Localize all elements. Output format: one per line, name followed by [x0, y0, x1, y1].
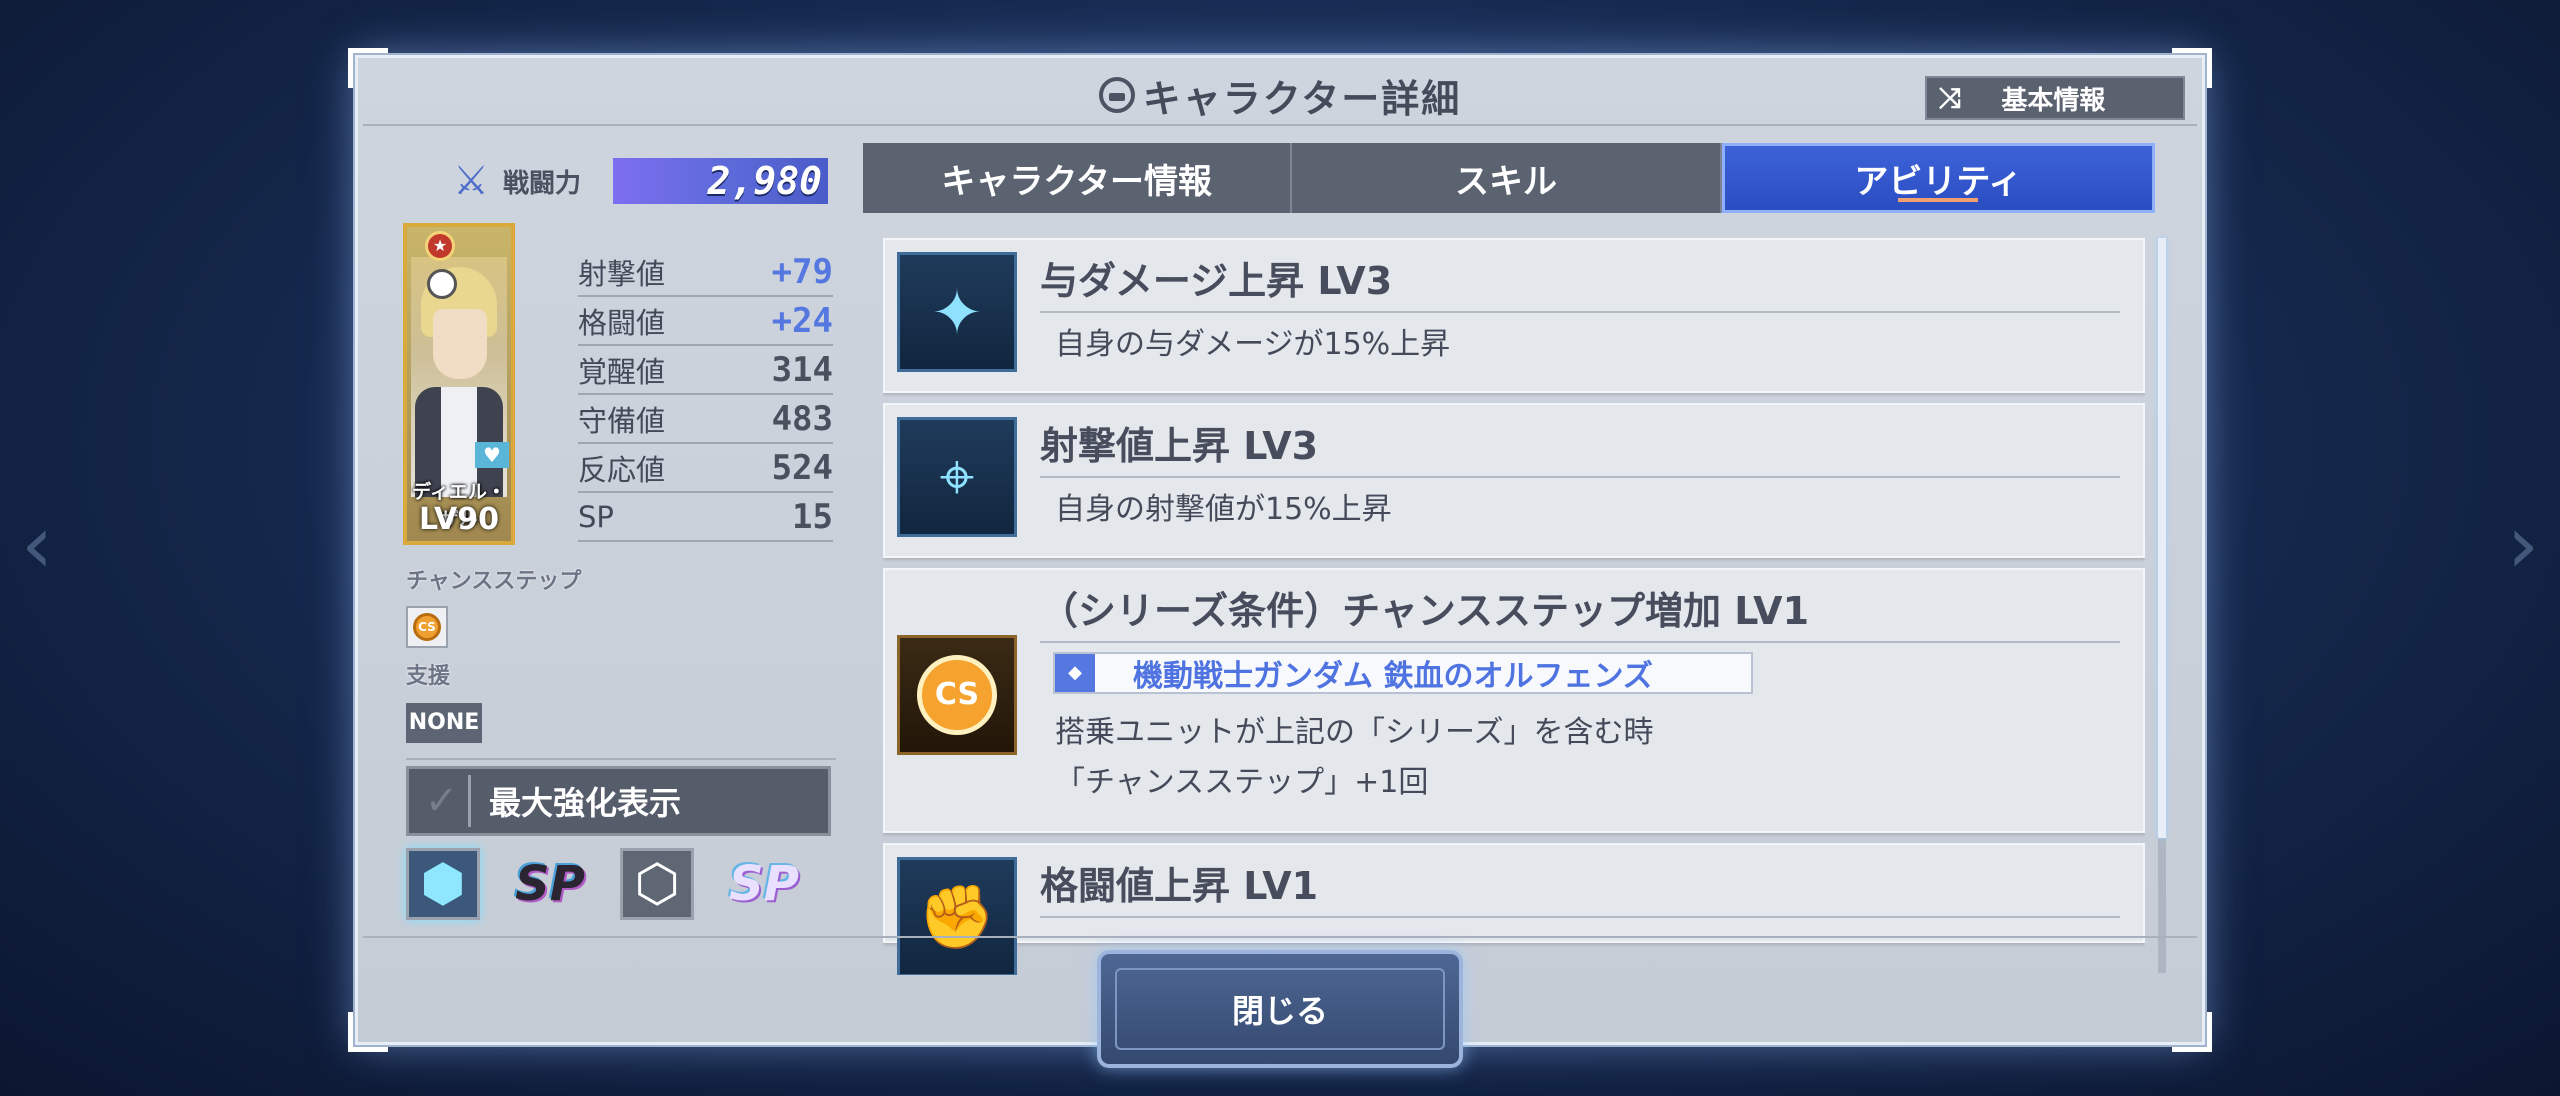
- tab-skill[interactable]: スキル: [1292, 143, 1722, 213]
- damage-up-icon: ✦: [897, 252, 1017, 372]
- chance-step-icon: CS: [897, 635, 1017, 755]
- hex-filter-active-button[interactable]: ⬢: [406, 848, 480, 920]
- stat-label: 射撃値: [578, 256, 666, 291]
- chance-step-slot[interactable]: CS: [406, 606, 448, 648]
- tab-ability[interactable]: アビリティ: [1721, 143, 2155, 213]
- ability-item: ✦ 与ダメージ上昇 LV3 自身の与ダメージが15%上昇: [883, 238, 2145, 393]
- stat-value: 15: [792, 496, 833, 537]
- series-icon: ◆: [1055, 654, 1095, 692]
- ability-item: CS （シリーズ条件）チャンスステップ増加 LV1 ◆ 機動戦士ガンダム 鉄血の…: [883, 568, 2145, 833]
- stat-label: 反応値: [578, 452, 666, 487]
- tab-character-info[interactable]: キャラクター情報: [863, 143, 1293, 213]
- ability-title: 格闘値上昇 LV1: [1040, 855, 2120, 918]
- next-arrow-icon[interactable]: ›: [2498, 500, 2548, 590]
- character-detail-dialog: キャラクター詳細 ⤨ 基本情報 ⚔ 戦闘力 2,980 ★ ♥ ディエル・ザル …: [348, 48, 2212, 1052]
- ability-description-line: 「チャンスステップ」+1回: [1055, 765, 1429, 800]
- ability-description-line: 搭乗ユニットが上記の「シリーズ」を含む時: [1055, 715, 1654, 750]
- heart-icon: ♥: [475, 442, 509, 468]
- stats-list: 射撃値 +79 格闘値 +24 覚醒値 314 守備値 483 反応値 524 …: [578, 248, 833, 542]
- stat-label: 覚醒値: [578, 354, 666, 389]
- character-icon: [1098, 77, 1135, 113]
- divider: [406, 758, 836, 760]
- sp-light-badge[interactable]: SP: [724, 848, 804, 920]
- chance-step-icon: CS: [413, 613, 441, 641]
- power-value: 2,980: [613, 158, 828, 204]
- basic-info-button[interactable]: ⤨ 基本情報: [1925, 76, 2185, 120]
- series-tag: ◆ 機動戦士ガンダム 鉄血のオルフェンズ: [1053, 652, 1753, 694]
- stat-label: SP: [578, 499, 614, 534]
- title-bar: キャラクター詳細 ⤨ 基本情報: [363, 66, 2197, 126]
- stat-value: 524: [771, 447, 833, 488]
- character-card[interactable]: ★ ♥ ディエル・ザル LV90: [403, 223, 515, 545]
- ability-item: ⌖ 射撃値上昇 LV3 自身の射撃値が15%上昇: [883, 403, 2145, 558]
- stat-value: 314: [771, 349, 833, 390]
- stat-row: 守備値 483: [578, 395, 833, 444]
- combat-power: ⚔ 戦闘力 2,980: [453, 158, 828, 204]
- tab-bar: キャラクター情報 スキル アビリティ: [863, 143, 2155, 213]
- support-value: NONE: [406, 703, 482, 743]
- max-enhance-label: 最大強化表示: [489, 784, 682, 822]
- hexagon-outline-icon: ⬡: [634, 854, 680, 914]
- stat-row: 射撃値 +79: [578, 248, 833, 297]
- frame-corner: [348, 1012, 388, 1052]
- enhance-options: ⬢ SP ⬡ SP: [406, 848, 804, 920]
- power-label: 戦闘力: [503, 168, 582, 199]
- ability-description: 自身の射撃値が15%上昇: [1055, 492, 1392, 527]
- prev-arrow-icon[interactable]: ‹: [12, 500, 62, 590]
- max-enhance-toggle[interactable]: ✓ 最大強化表示: [406, 766, 831, 836]
- ability-description: 自身の与ダメージが15%上昇: [1055, 327, 1451, 362]
- shuffle-icon: ⤨: [1939, 81, 1962, 114]
- stat-row: 反応値 524: [578, 444, 833, 493]
- series-name: 機動戦士ガンダム 鉄血のオルフェンズ: [1133, 659, 1653, 694]
- stat-row: 覚醒値 314: [578, 346, 833, 395]
- ability-list[interactable]: ✦ 与ダメージ上昇 LV3 自身の与ダメージが15%上昇 ⌖ 射撃値上昇 LV3…: [883, 238, 2145, 975]
- hexagon-filled-icon: ⬢: [420, 854, 466, 914]
- ability-title: 与ダメージ上昇 LV3: [1040, 250, 2120, 313]
- close-button-inner: [1115, 968, 1445, 1050]
- character-level: LV90: [419, 502, 499, 537]
- page-title: キャラクター詳細: [1142, 76, 1462, 121]
- basic-info-label: 基本情報: [2001, 85, 2106, 116]
- scroll-thumb[interactable]: [2158, 238, 2166, 838]
- checkbox-icon[interactable]: ✓: [415, 775, 471, 827]
- scrollbar[interactable]: [2158, 238, 2166, 973]
- shooting-up-icon: ⌖: [897, 417, 1017, 537]
- chance-step-badge: CS: [917, 655, 997, 735]
- stat-value: 483: [771, 398, 833, 439]
- divider: [363, 936, 2197, 938]
- crossed-swords-icon: ⚔: [453, 158, 489, 204]
- sp-dark-badge[interactable]: SP: [510, 848, 590, 920]
- close-button[interactable]: 閉じる: [1097, 950, 1463, 1068]
- ability-description: 搭乗ユニットが上記の「シリーズ」を含む時 「チャンスステップ」+1回: [1055, 708, 1654, 808]
- ability-item: ✊ 格闘値上昇 LV1: [883, 843, 2145, 975]
- stat-label: 格闘値: [578, 305, 666, 340]
- stat-label: 守備値: [578, 403, 666, 438]
- stat-value: +79: [771, 251, 833, 292]
- ability-title: （シリーズ条件）チャンスステップ増加 LV1: [1040, 580, 2120, 643]
- melee-up-icon: ✊: [897, 857, 1017, 975]
- type-badge-icon: [427, 269, 457, 299]
- stat-row: 格闘値 +24: [578, 297, 833, 346]
- ability-title: 射撃値上昇 LV3: [1040, 415, 2120, 478]
- rarity-badge-icon: ★: [425, 231, 455, 261]
- stat-value: +24: [771, 300, 833, 341]
- hex-filter-button[interactable]: ⬡: [620, 848, 694, 920]
- chance-step-label: チャンスステップ: [406, 569, 582, 594]
- support-label: 支援: [406, 664, 451, 689]
- frame-corner: [2172, 1012, 2212, 1052]
- stat-row: SP 15: [578, 493, 833, 542]
